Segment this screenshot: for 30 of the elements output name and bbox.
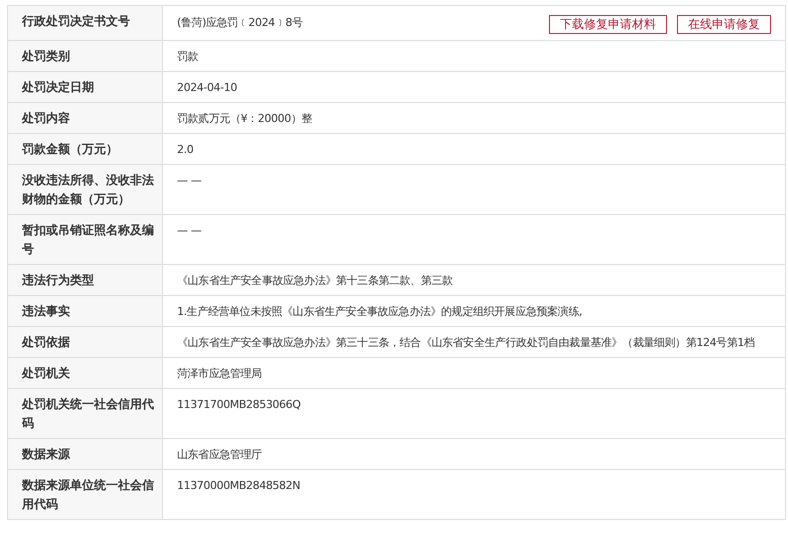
field-label: 处罚内容 [22,110,71,127]
field-label: 处罚机关统一社会信用代码 [22,396,155,432]
field-value: — — [177,223,202,239]
field-value: 罚款贰万元（¥：20000）整 [177,111,313,127]
field-value: 罚款 [177,49,200,65]
field-label: 处罚类别 [22,48,71,65]
field-label: 行政处罚决定书文号 [22,13,131,30]
field-value: 2.0 [177,142,194,158]
field-value: 2024-04-10 [177,80,238,96]
field-label: 数据来源 [22,446,71,463]
field-label: 暂扣或吊销证照名称及编号 [22,222,155,258]
field-value: 山东省应急管理厅 [177,447,263,463]
field-value: 菏泽市应急管理局 [177,366,263,382]
field-value: — — [177,173,202,189]
field-value: 11370000MB2848582N [177,478,302,494]
download-button[interactable]: 下载修复申请材料 [549,15,667,34]
field-value: 11371700MB2853066Q [177,397,302,413]
apply-button[interactable]: 在线申请修复 [677,15,771,34]
field-label: 处罚决定日期 [22,79,95,96]
field-value: 1.生产经营单位未按照《山东省生产安全事故应急办法》的规定组织开展应急预案演练, [177,304,583,320]
field-label: 数据来源单位统一社会信用代码 [22,477,155,513]
field-label: 违法事实 [22,303,71,320]
field-value: 《山东省生产安全事故应急办法》第十三条第二款、第三款 [177,273,454,289]
field-label: 违法行为类型 [22,272,95,289]
field-label: 没收违法所得、没收非法财物的金额（万元） [22,172,155,208]
field-label: 处罚依据 [22,334,71,351]
field-label: 罚款金额（万元） [22,141,119,158]
field-value: 《山东省生产安全事故应急办法》第三十三条，结合《山东省安全生产行政处罚自由裁量基准》（裁量细则）第124号第1档 [177,335,756,351]
field-value: (鲁菏)应急罚﹝2024﹞8号 [177,15,304,31]
field-label: 处罚机关 [22,365,71,382]
